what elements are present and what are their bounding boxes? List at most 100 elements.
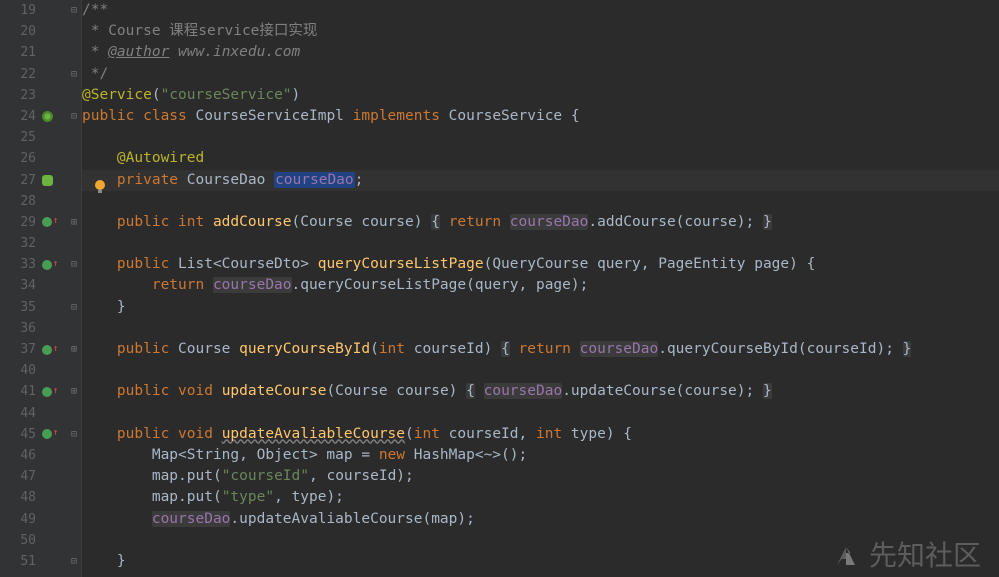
code-line[interactable] [82, 403, 999, 424]
spring-bean-icon[interactable] [42, 111, 53, 122]
code-line[interactable]: map.put("type", type); [82, 487, 999, 508]
code-line[interactable]: */ [82, 64, 999, 85]
code-line[interactable]: public void updateAvaliableCourse(int co… [82, 424, 999, 445]
gutter-row: 34 [0, 275, 81, 296]
line-number[interactable]: 47 [0, 466, 36, 487]
fold-toggle-icon[interactable]: ⊟ [69, 0, 79, 21]
code-token: public void [117, 426, 222, 442]
code-token: * [82, 44, 108, 60]
gutter-row: 24 ⊟ [0, 106, 81, 127]
gutter-row: 50 [0, 530, 81, 551]
line-number[interactable]: 28 [0, 191, 36, 212]
code-token: @Service [82, 87, 152, 103]
fold-toggle-icon[interactable]: ⊞ [69, 339, 79, 360]
code-line[interactable] [82, 530, 999, 551]
code-line[interactable]: } [82, 297, 999, 318]
code-token [82, 383, 117, 399]
code-line[interactable]: public void updateCourse(Course course) … [82, 381, 999, 402]
code-line[interactable]: public class CourseServiceImpl implement… [82, 106, 999, 127]
line-number[interactable]: 22 [0, 64, 36, 85]
line-number[interactable]: 27 [0, 170, 36, 191]
fold-toggle-icon[interactable]: ⊟ [69, 64, 79, 85]
line-number[interactable]: 20 [0, 21, 36, 42]
code-line[interactable]: } [82, 551, 999, 572]
line-number[interactable]: 33 [0, 254, 36, 275]
code-token: ( [370, 341, 379, 357]
code-token: .queryCourseById(courseId); [658, 341, 902, 357]
gutter-row: 36 [0, 318, 81, 339]
code-token: (QueryCourse query, PageEntity page) { [484, 256, 816, 272]
code-line[interactable] [82, 318, 999, 339]
implements-method-icon[interactable] [42, 260, 52, 270]
code-token: return [152, 277, 213, 293]
code-line[interactable]: return courseDao.queryCourseListPage(que… [82, 275, 999, 296]
highlighted-usage: courseDao [152, 511, 231, 527]
code-line[interactable]: private CourseDao courseDao; [82, 170, 999, 191]
line-number[interactable]: 51 [0, 551, 36, 572]
line-number[interactable]: 21 [0, 42, 36, 63]
line-number[interactable]: 40 [0, 360, 36, 381]
implements-method-icon[interactable] [42, 217, 52, 227]
code-line[interactable]: @Autowired [82, 148, 999, 169]
code-token: map.put( [82, 468, 222, 484]
gutter-icons [36, 175, 81, 186]
code-token: * Course 课程service接口实现 [82, 23, 317, 39]
line-number[interactable]: 44 [0, 403, 36, 424]
code-line[interactable]: public Course queryCourseById(int course… [82, 339, 999, 360]
code-line[interactable]: public List<CourseDto> queryCourseListPa… [82, 254, 999, 275]
fold-toggle-icon[interactable]: ⊟ [69, 106, 79, 127]
code-token: { [431, 214, 440, 230]
code-line[interactable]: Map<String, Object> map = new HashMap<~>… [82, 445, 999, 466]
implements-method-icon[interactable] [42, 345, 52, 355]
autowired-bean-icon[interactable] [42, 175, 53, 186]
line-number[interactable]: 32 [0, 233, 36, 254]
code-line[interactable] [82, 360, 999, 381]
line-number[interactable]: 26 [0, 148, 36, 169]
line-number[interactable]: 49 [0, 509, 36, 530]
line-number[interactable]: 37 [0, 339, 36, 360]
line-number[interactable]: 50 [0, 530, 36, 551]
line-number[interactable]: 29 [0, 212, 36, 233]
line-number[interactable]: 46 [0, 445, 36, 466]
code-line[interactable]: public int addCourse(Course course) { re… [82, 212, 999, 233]
implements-method-icon[interactable] [42, 429, 52, 439]
line-number[interactable]: 23 [0, 85, 36, 106]
code-line[interactable]: map.put("courseId", courseId); [82, 466, 999, 487]
code-line[interactable]: @Service("courseService") [82, 85, 999, 106]
code-line[interactable] [82, 191, 999, 212]
gutter-row: 28 [0, 191, 81, 212]
code-line[interactable]: * Course 课程service接口实现 [82, 21, 999, 42]
code-token: CourseService { [449, 108, 580, 124]
line-number[interactable]: 48 [0, 487, 36, 508]
line-number[interactable]: 41 [0, 381, 36, 402]
code-token: queryCourseListPage [318, 256, 484, 272]
code-token: List<CourseDto> [178, 256, 318, 272]
line-number[interactable]: 36 [0, 318, 36, 339]
gutter-row: 32 [0, 233, 81, 254]
code-token: <~>(); [475, 447, 527, 463]
line-number[interactable]: 45 [0, 424, 36, 445]
code-line[interactable]: * @author www.inxedu.com [82, 42, 999, 63]
line-number[interactable]: 24 [0, 106, 36, 127]
line-number[interactable]: 35 [0, 297, 36, 318]
line-number[interactable]: 19 [0, 0, 36, 21]
line-number[interactable]: 25 [0, 127, 36, 148]
fold-toggle-icon[interactable]: ⊟ [69, 551, 79, 572]
fold-toggle-icon[interactable]: ⊟ [69, 424, 79, 445]
fold-toggle-icon[interactable]: ⊞ [69, 212, 79, 233]
gutter-row: 49 [0, 509, 81, 530]
code-token: public class [82, 108, 196, 124]
code-line[interactable] [82, 233, 999, 254]
code-line[interactable] [82, 127, 999, 148]
intention-bulb-icon[interactable] [95, 180, 105, 190]
implements-method-icon[interactable] [42, 387, 52, 397]
line-number[interactable]: 34 [0, 275, 36, 296]
code-line[interactable]: /** [82, 0, 999, 21]
highlighted-usage: courseDao [580, 341, 659, 357]
fold-toggle-icon[interactable]: ⊟ [69, 254, 79, 275]
fold-toggle-icon[interactable]: ⊟ [69, 297, 79, 318]
code-area[interactable]: /** * Course 课程service接口实现 * @author www… [82, 0, 999, 577]
code-line[interactable]: courseDao.updateAvaliableCourse(map); [82, 509, 999, 530]
code-token: int [536, 426, 571, 442]
fold-toggle-icon[interactable]: ⊞ [69, 381, 79, 402]
